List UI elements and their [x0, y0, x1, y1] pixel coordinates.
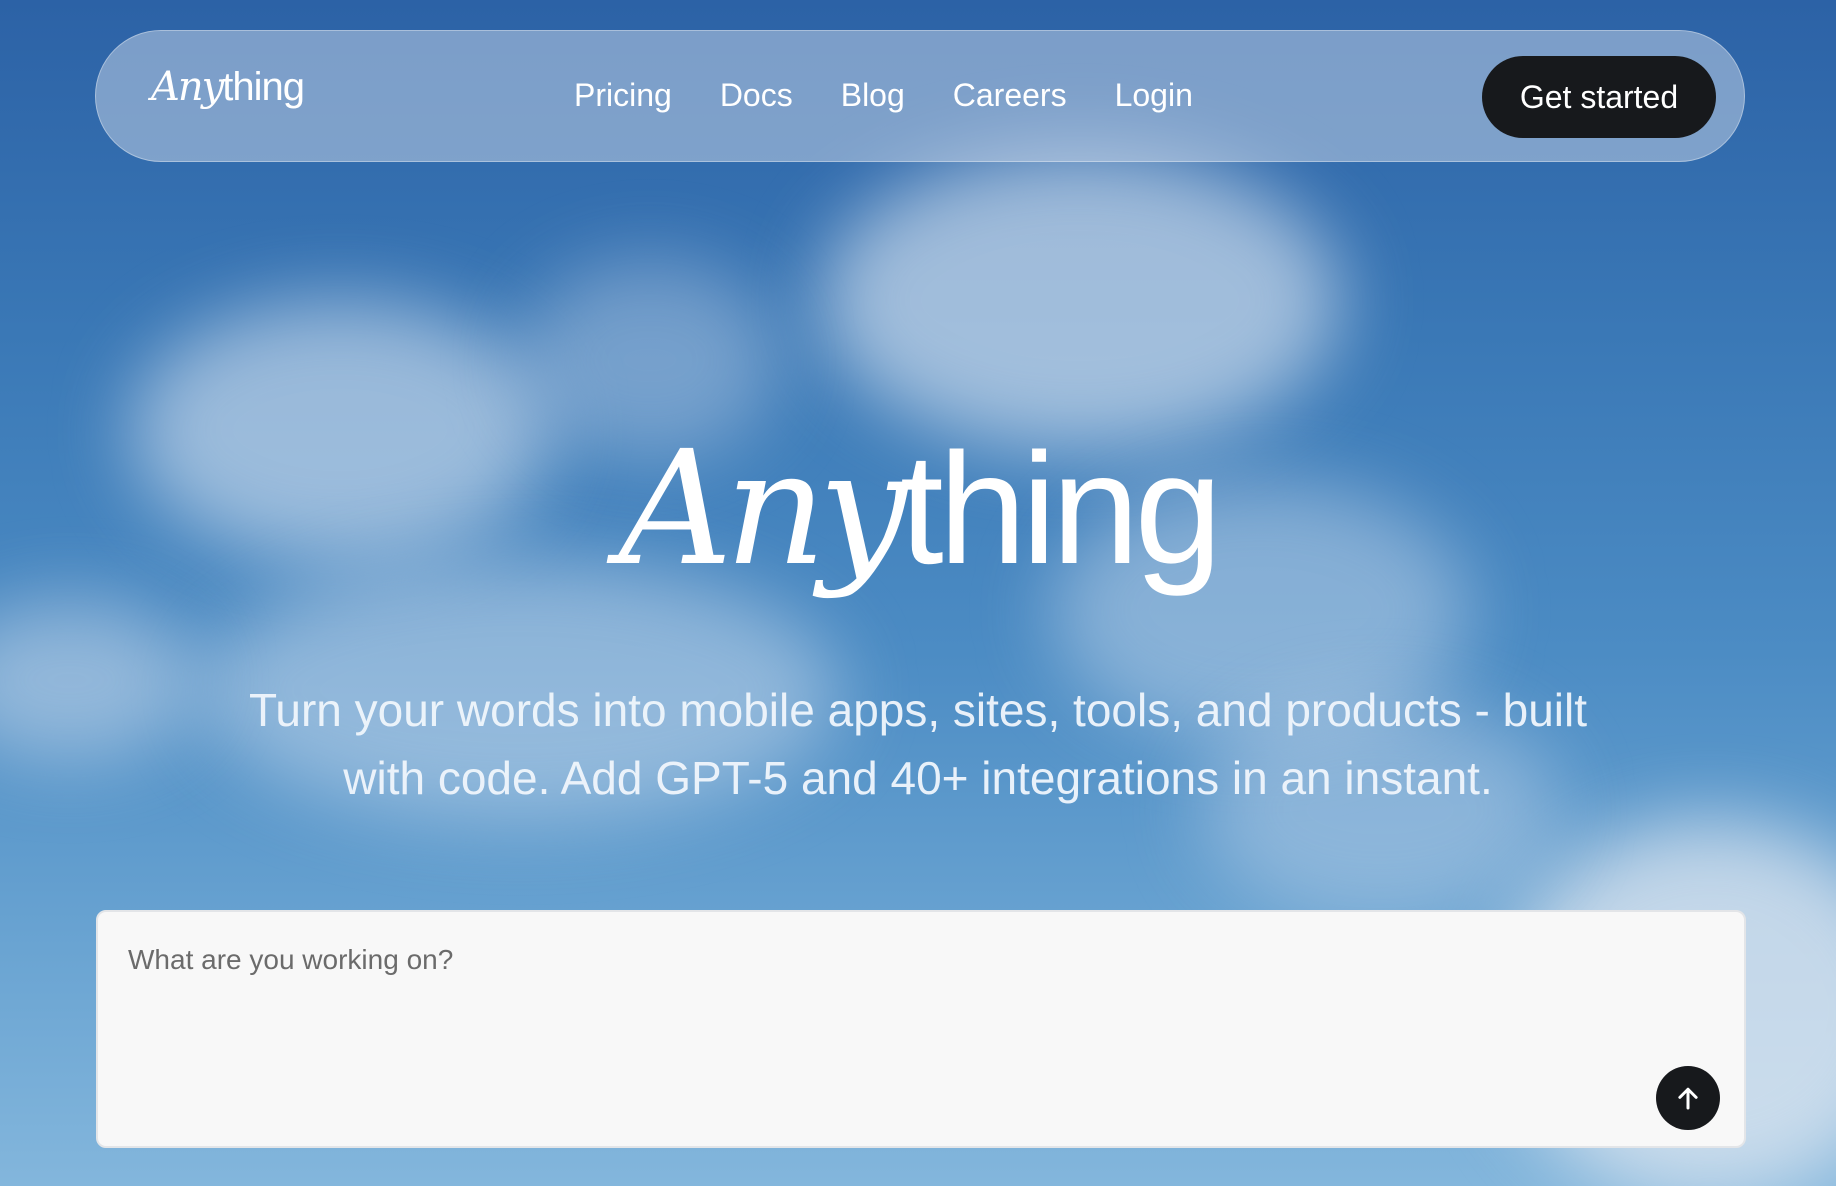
- logo-thing-text: thing: [222, 65, 305, 109]
- hero-title-any: Any: [618, 417, 908, 601]
- hero-title: Anything: [0, 430, 1836, 588]
- hero-title-thing: thing: [899, 421, 1223, 597]
- tagline-line-1: Turn your words into mobile apps, sites,…: [248, 684, 1588, 736]
- prompt-box: [96, 910, 1746, 1148]
- nav-link-careers[interactable]: Careers: [953, 76, 1067, 114]
- get-started-button[interactable]: Get started: [1482, 56, 1716, 138]
- nav-link-docs[interactable]: Docs: [720, 76, 793, 114]
- prompt-input[interactable]: [128, 944, 1688, 1094]
- tagline-line-2: with code. Add GPT-5 and 40+ integration…: [343, 752, 1493, 804]
- cloud: [820, 150, 1340, 450]
- nav-link-pricing[interactable]: Pricing: [574, 76, 672, 114]
- send-button[interactable]: [1656, 1066, 1720, 1130]
- top-navbar: Anything Pricing Docs Blog Careers Login…: [95, 30, 1745, 162]
- primary-nav: Pricing Docs Blog Careers Login: [574, 76, 1193, 114]
- nav-link-login[interactable]: Login: [1115, 76, 1193, 114]
- arrow-up-icon: [1673, 1083, 1703, 1113]
- brand-logo[interactable]: Anything: [151, 64, 305, 110]
- hero-tagline: Turn your words into mobile apps, sites,…: [168, 676, 1668, 812]
- logo-any-text: Any: [151, 64, 224, 110]
- nav-link-blog[interactable]: Blog: [841, 76, 905, 114]
